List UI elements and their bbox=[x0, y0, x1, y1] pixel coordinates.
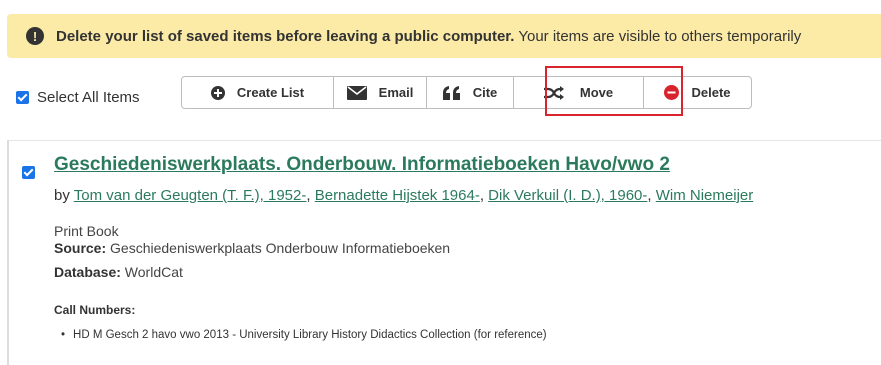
result-divider bbox=[7, 140, 881, 141]
warning-bold-text: Delete your list of saved items before l… bbox=[56, 27, 515, 45]
select-all-checkbox[interactable] bbox=[16, 91, 29, 104]
by-label: by bbox=[54, 187, 74, 204]
select-all-control[interactable]: Select All Items bbox=[16, 89, 140, 106]
create-list-button[interactable]: Create List bbox=[182, 77, 334, 108]
call-number-text: HD M Gesch 2 havo vwo 2013 - University … bbox=[73, 329, 547, 341]
email-button[interactable]: Email bbox=[334, 77, 427, 108]
database-value: WorldCat bbox=[120, 264, 183, 280]
warning-text: Delete your list of saved items before l… bbox=[56, 28, 801, 45]
saved-items-page: ! Delete your list of saved items before… bbox=[0, 0, 881, 365]
author-link[interactable]: Bernadette Hijstek 1964- bbox=[315, 187, 480, 204]
email-label: Email bbox=[378, 85, 414, 100]
create-list-label: Create List bbox=[236, 85, 305, 100]
plus-circle-icon bbox=[210, 85, 225, 100]
exclamation-circle-icon: ! bbox=[26, 27, 44, 45]
source-label: Source: bbox=[54, 240, 107, 256]
cite-label: Cite bbox=[472, 85, 498, 100]
author-link[interactable]: Wim Niemeijer bbox=[656, 187, 754, 204]
item-authors: by Tom van der Geugten (T. F.), 1952-, B… bbox=[54, 187, 754, 204]
call-numbers-label: Call Numbers: bbox=[54, 303, 136, 317]
envelope-icon bbox=[346, 85, 367, 100]
source-value: Geschiedeniswerkplaats Onderbouw Informa… bbox=[106, 240, 451, 256]
item-format: Print Book bbox=[54, 223, 119, 239]
move-highlight-box bbox=[545, 66, 683, 116]
select-all-label: Select All Items bbox=[37, 89, 140, 106]
public-computer-warning-banner: ! Delete your list of saved items before… bbox=[7, 14, 881, 58]
bullet: • bbox=[61, 329, 66, 341]
delete-label: Delete bbox=[691, 85, 731, 100]
warning-rest-text: Your items are visible to others tempora… bbox=[514, 27, 802, 45]
item-source: Source: Geschiedeniswerkplaats Onderbouw… bbox=[54, 240, 450, 256]
quote-icon bbox=[442, 85, 461, 100]
author-link[interactable]: Tom van der Geugten (T. F.), 1952- bbox=[74, 187, 307, 204]
item-title-link[interactable]: Geschiedeniswerkplaats. Onderbouw. Infor… bbox=[54, 154, 670, 176]
author-link[interactable]: Dik Verkuil (I. D.), 1960- bbox=[488, 187, 647, 204]
database-label: Database: bbox=[54, 264, 121, 280]
call-number-item: • HD M Gesch 2 havo vwo 2013 - University… bbox=[61, 329, 547, 341]
cite-button[interactable]: Cite bbox=[427, 77, 514, 108]
item-database: Database: WorldCat bbox=[54, 264, 183, 280]
result-left-border bbox=[7, 140, 9, 365]
item-checkbox[interactable] bbox=[22, 166, 35, 179]
